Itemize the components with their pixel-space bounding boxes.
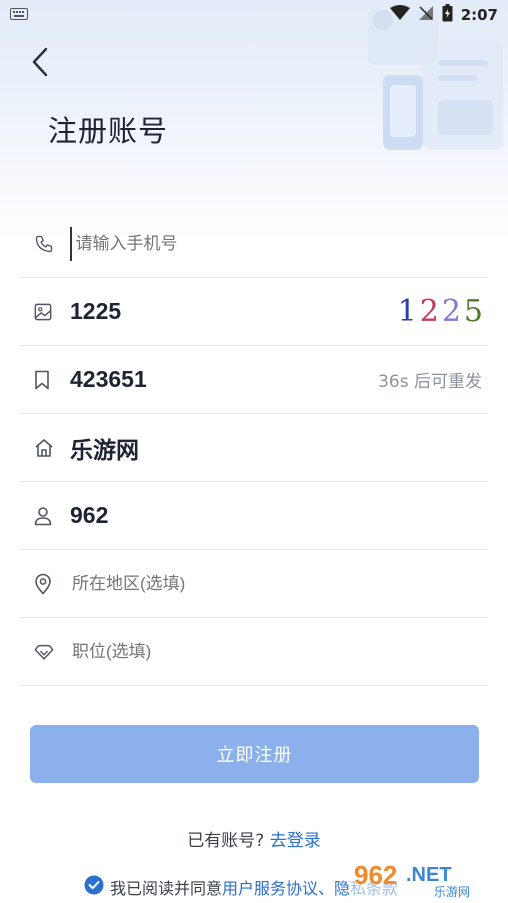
name-input[interactable]: 962 bbox=[70, 502, 488, 529]
clock: 2:07 bbox=[460, 6, 498, 24]
bookmark-icon bbox=[20, 370, 70, 390]
captcha-row: 1225 1225 bbox=[20, 278, 488, 346]
keyboard-icon bbox=[10, 6, 28, 24]
name-row: 962 bbox=[20, 482, 488, 550]
user-icon bbox=[20, 506, 70, 526]
captcha-input[interactable]: 1225 bbox=[70, 298, 398, 325]
agreement-separator: 、 bbox=[318, 879, 335, 898]
login-prompt-text: 已有账号? bbox=[187, 831, 265, 851]
register-form: 1225 1225 423651 36s 后可重发 乐游网 962 bbox=[20, 210, 488, 686]
chevron-left-icon bbox=[32, 47, 48, 77]
checkbox-checked-icon[interactable] bbox=[84, 875, 104, 899]
watermark-suffix: .NET bbox=[406, 864, 452, 886]
captcha-char: 2 bbox=[441, 294, 464, 329]
no-signal-icon bbox=[418, 5, 434, 25]
sms-code-row: 423651 36s 后可重发 bbox=[20, 346, 488, 414]
company-row: 乐游网 bbox=[20, 414, 488, 482]
phone-icon bbox=[20, 234, 70, 254]
watermark-sub: 乐游网 bbox=[434, 885, 470, 899]
watermark-brand: 962 bbox=[354, 860, 397, 890]
company-input[interactable]: 乐游网 bbox=[70, 431, 488, 465]
login-prompt: 已有账号? 去登录 bbox=[0, 826, 508, 851]
captcha-char: 5 bbox=[463, 294, 486, 329]
resend-countdown[interactable]: 36s 后可重发 bbox=[378, 367, 488, 392]
diamond-icon bbox=[20, 643, 70, 661]
back-button[interactable] bbox=[20, 42, 60, 82]
phone-row bbox=[20, 210, 488, 278]
register-button[interactable]: 立即注册 bbox=[30, 725, 479, 783]
position-input[interactable] bbox=[70, 640, 488, 663]
captcha-char: 2 bbox=[419, 294, 442, 329]
captcha-char: 1 bbox=[397, 294, 420, 329]
decorative-illustration bbox=[368, 10, 503, 150]
phone-input[interactable] bbox=[73, 232, 488, 255]
text-cursor bbox=[70, 226, 72, 261]
image-icon bbox=[20, 303, 70, 321]
page-title: 注册账号 bbox=[48, 114, 169, 148]
status-bar: 2:07 bbox=[0, 0, 508, 30]
login-link[interactable]: 去登录 bbox=[270, 831, 321, 851]
user-agreement-link[interactable]: 用户服务协议 bbox=[222, 879, 318, 898]
captcha-image[interactable]: 1225 bbox=[398, 294, 488, 329]
home-icon bbox=[20, 438, 70, 458]
agreement-text: 我已阅读并同意 bbox=[110, 879, 223, 898]
region-input[interactable] bbox=[70, 572, 488, 595]
wifi-icon bbox=[389, 5, 410, 25]
site-watermark-logo: 962 .NET 乐游网 bbox=[350, 858, 500, 900]
region-row bbox=[20, 550, 488, 618]
battery-icon bbox=[442, 4, 453, 26]
location-pin-icon bbox=[20, 573, 70, 595]
position-row bbox=[20, 618, 488, 686]
sms-code-input[interactable]: 423651 bbox=[70, 366, 378, 393]
